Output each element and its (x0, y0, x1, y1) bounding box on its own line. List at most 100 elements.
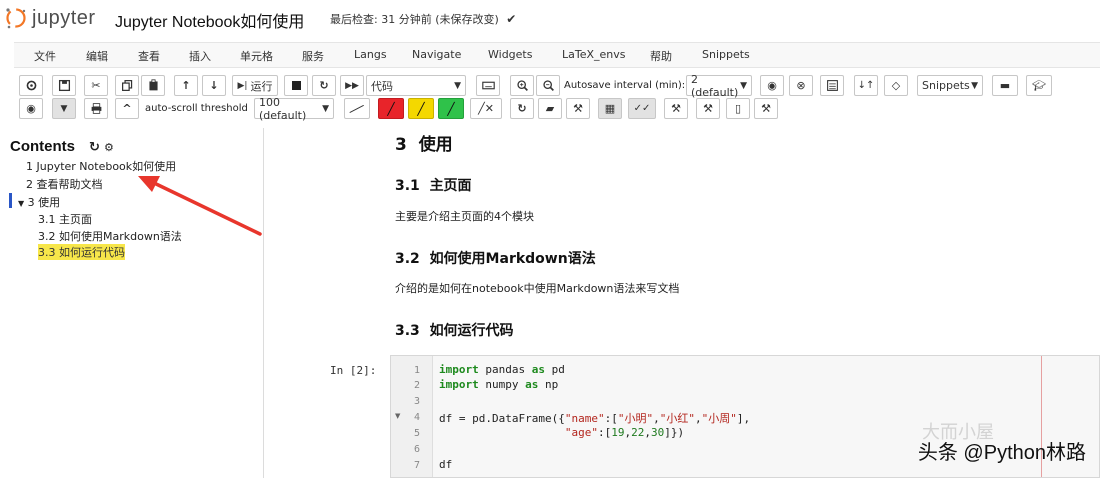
gear-icon (26, 80, 36, 91)
menu-help[interactable]: 帮助 (650, 48, 672, 64)
diamond-button[interactable]: ◇ (884, 75, 908, 96)
toc-item-num: 3.1 (38, 213, 56, 226)
code-line: df = pd.DataFrame({"name":["小明","小红","小周… (439, 412, 751, 425)
stop-icon (291, 81, 301, 90)
autoscroll-value: 100 (default) (259, 95, 307, 122)
wrench-button[interactable]: ⚒ (566, 98, 590, 119)
file-button[interactable]: ▯ (726, 98, 750, 119)
menu-insert[interactable]: 插入 (189, 48, 211, 64)
toc-item-num: 3.2 (38, 230, 56, 243)
notebook-title[interactable]: Jupyter Notebook如何使用 (115, 8, 304, 32)
move-up-button[interactable]: ↑ (174, 75, 198, 96)
zoom-out-button[interactable] (536, 75, 560, 96)
file-icon: ▯ (734, 102, 742, 115)
diamond-icon: ◇ (891, 79, 901, 92)
gear-icon[interactable]: ⚙ (104, 141, 114, 154)
line-number: 2 (413, 380, 420, 391)
tools-button[interactable]: ⚒ (754, 98, 778, 119)
print-button[interactable] (84, 98, 108, 119)
paste-button[interactable] (141, 75, 165, 96)
toc-item-text: 查看帮助文档 (36, 178, 103, 191)
highlighter-green-button[interactable]: ╱ (438, 98, 464, 119)
book-button[interactable]: ▰ (538, 98, 562, 119)
cell-type-select[interactable]: 代码 ▼ (366, 75, 466, 96)
erase-highlight-button[interactable]: ╱✕ (470, 98, 502, 119)
move-down-button[interactable]: ↓ (202, 75, 226, 96)
cell-prompt: In [2]: (330, 364, 377, 377)
menu-snippets[interactable]: Snippets (702, 48, 750, 61)
command-palette-button[interactable] (476, 75, 500, 96)
watermark: 头条 @Python林路 (917, 442, 1086, 464)
highlighter-black-button[interactable]: ╱ (344, 98, 370, 119)
toc-sidebar: Contents ↻ ⚙ 1 Jupyter Notebook如何使用 2 查看… (0, 128, 264, 478)
section-heading-run-code: 3.3 如何运行代码 (395, 320, 514, 340)
line-number: 7 (413, 460, 420, 471)
restart-run-all-button[interactable]: ▶▶ (340, 75, 364, 96)
menu-cell[interactable]: 单元格 (240, 48, 273, 64)
heading-num: 3.2 (395, 251, 420, 267)
jupyter-logo[interactable]: jupyter (4, 4, 104, 34)
gavel-button[interactable]: ⚒ (664, 98, 688, 119)
list-icon (826, 80, 838, 91)
interrupt-button[interactable] (284, 75, 308, 96)
reload-button[interactable]: ↻ (510, 98, 534, 119)
cut-button[interactable]: ✂ (84, 75, 108, 96)
toc-item[interactable]: 2 查看帮助文档 (26, 176, 103, 192)
brush-icon: ╱ (417, 101, 425, 116)
graduate-button[interactable]: 🎓︎ (1026, 75, 1052, 96)
spell-check-button[interactable]: ✓✓ (628, 98, 656, 119)
toc-item-current[interactable]: 3.3 如何运行代码 (38, 244, 125, 260)
autoscroll-select[interactable]: 100 (default) ▼ (254, 95, 334, 122)
highlighter-red-button[interactable]: ╱ (378, 98, 404, 119)
section-heading-markdown: 3.2 如何使用Markdown语法 (395, 248, 596, 268)
menu-langs[interactable]: Langs (354, 48, 387, 61)
autosave-interval-select[interactable]: 2 (default) ▼ (686, 73, 752, 99)
clear-button[interactable]: ⊗ (789, 75, 813, 96)
snippets-select[interactable]: Snippets ▼ (917, 75, 983, 96)
toc-item[interactable]: 3.1 主页面 (38, 211, 92, 227)
toc-item-num: 2 (26, 178, 33, 191)
sort-button[interactable]: ↓↑ (854, 75, 878, 96)
save-button[interactable] (52, 75, 76, 96)
menu-edit[interactable]: 编辑 (86, 48, 108, 64)
toc-title: Contents (10, 138, 75, 155)
menu-latex-envs[interactable]: LaTeX_envs (562, 48, 626, 61)
refresh-icon[interactable]: ↻ (89, 140, 100, 155)
fold-arrow-icon[interactable]: ▼ (395, 412, 400, 420)
arrow-up-icon: ↑ (181, 79, 191, 92)
expand-up-button[interactable]: ^ (115, 98, 139, 119)
autoscroll-label: auto-scroll threshold (145, 103, 248, 114)
toc-toggle-button[interactable] (820, 75, 844, 96)
keyboard-icon (481, 81, 495, 90)
menu-file[interactable]: 文件 (34, 48, 56, 64)
settings-button[interactable] (19, 75, 43, 96)
line-gutter: 1 2 3 4 5 6 7 ▼ (391, 356, 433, 477)
table-button[interactable]: ▦ (598, 98, 622, 119)
run-button[interactable]: ▶| 运行 (232, 75, 278, 96)
copy-button[interactable] (115, 75, 139, 96)
menu-view[interactable]: 查看 (138, 48, 160, 64)
code-line: df (439, 458, 453, 471)
book-icon: ▰ (545, 102, 555, 115)
save-icon (58, 79, 70, 92)
line-number: 6 (413, 444, 420, 455)
menu-widgets[interactable]: Widgets (488, 48, 532, 61)
more-button[interactable]: ▬ (992, 75, 1018, 96)
toc-item[interactable]: ▼ 3 使用 (18, 194, 60, 210)
zoom-in-button[interactable] (510, 75, 534, 96)
menu-navigate[interactable]: Navigate (412, 48, 461, 61)
hammer-button[interactable]: ⚒ (696, 98, 720, 119)
code-line: "age":[19,22,30]}) (564, 426, 685, 439)
step-forward-icon: ▶| (237, 80, 248, 91)
menu-kernel[interactable]: 服务 (302, 48, 324, 64)
copy-icon (121, 80, 132, 91)
autosave-status: (未保存改变) (435, 13, 499, 26)
restart-button[interactable]: ↻ (312, 75, 336, 96)
line-number: 5 (413, 428, 420, 439)
record-button[interactable]: ◉ (760, 75, 784, 96)
highlighter-yellow-button[interactable]: ╱ (408, 98, 434, 119)
view-button[interactable]: ◉ (19, 98, 43, 119)
collapse-button[interactable]: ▼ (52, 98, 76, 119)
caret-down-icon[interactable]: ▼ (18, 199, 24, 208)
brush-icon: ╱ (350, 100, 364, 117)
